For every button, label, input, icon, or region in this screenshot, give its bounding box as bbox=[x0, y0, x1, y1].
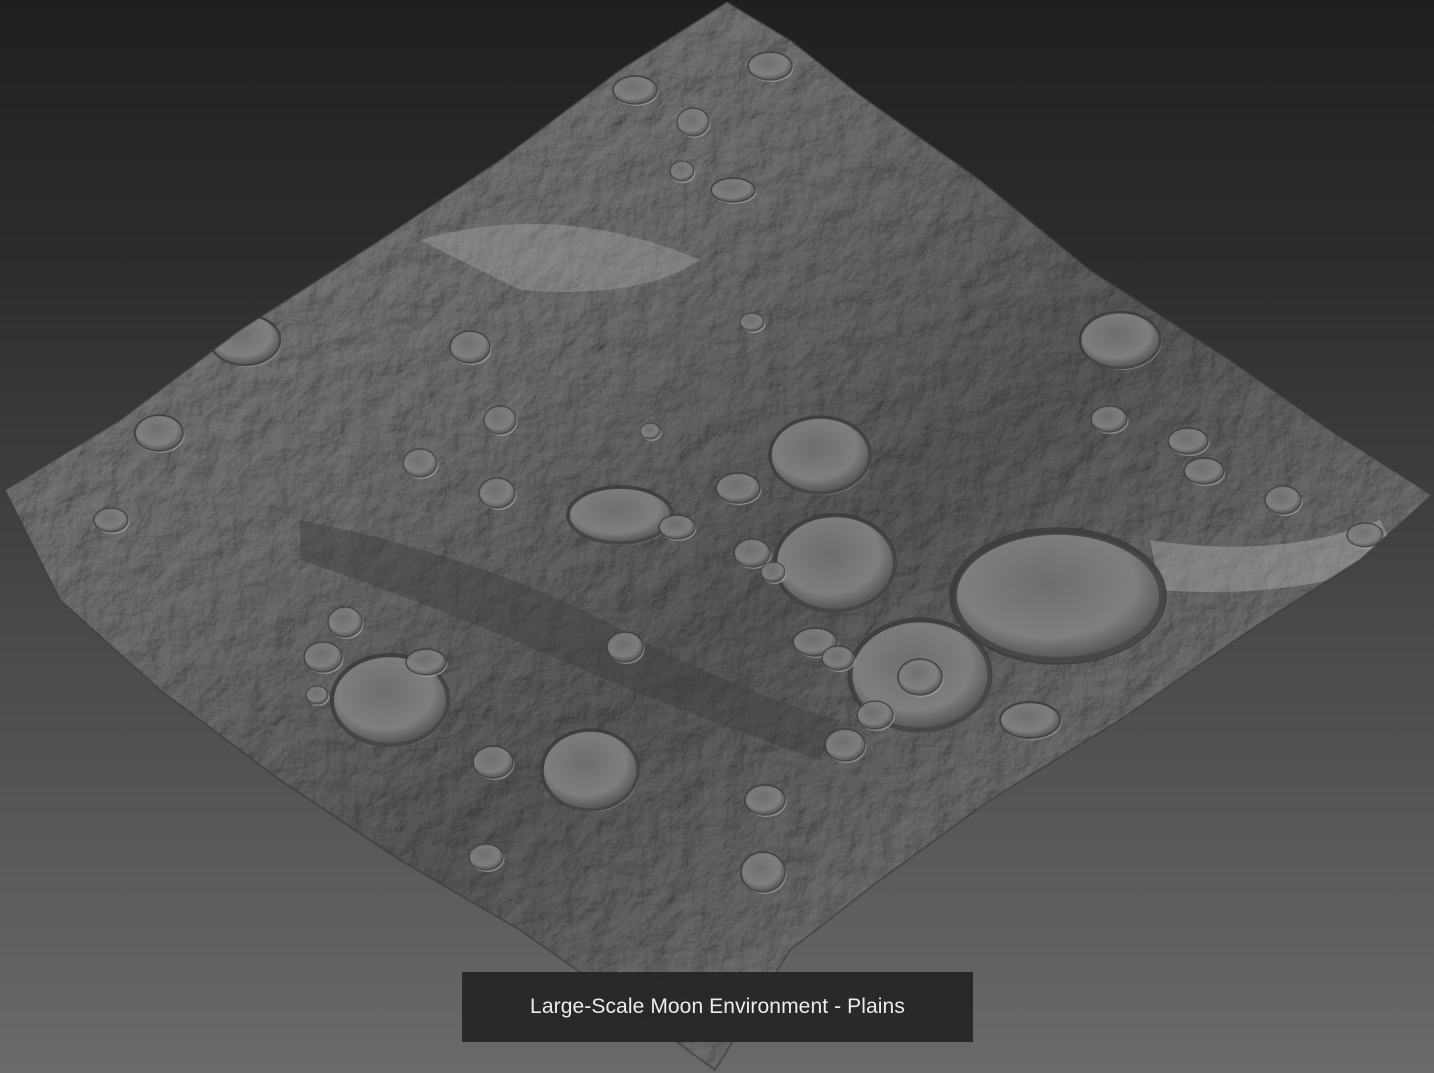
crater bbox=[1078, 310, 1162, 370]
caption-title: Large-Scale Moon Environment - Plains bbox=[530, 995, 905, 1018]
caption-bar: Large-Scale Moon Environment - Plains bbox=[462, 972, 973, 1042]
crater bbox=[768, 415, 872, 495]
moon-terrain-render bbox=[3, 0, 1434, 1072]
crater bbox=[566, 485, 674, 545]
crater bbox=[949, 527, 1167, 665]
terrain-tile bbox=[5, 2, 1432, 1070]
crater bbox=[208, 313, 282, 367]
crater bbox=[772, 512, 898, 614]
crater bbox=[540, 728, 640, 812]
